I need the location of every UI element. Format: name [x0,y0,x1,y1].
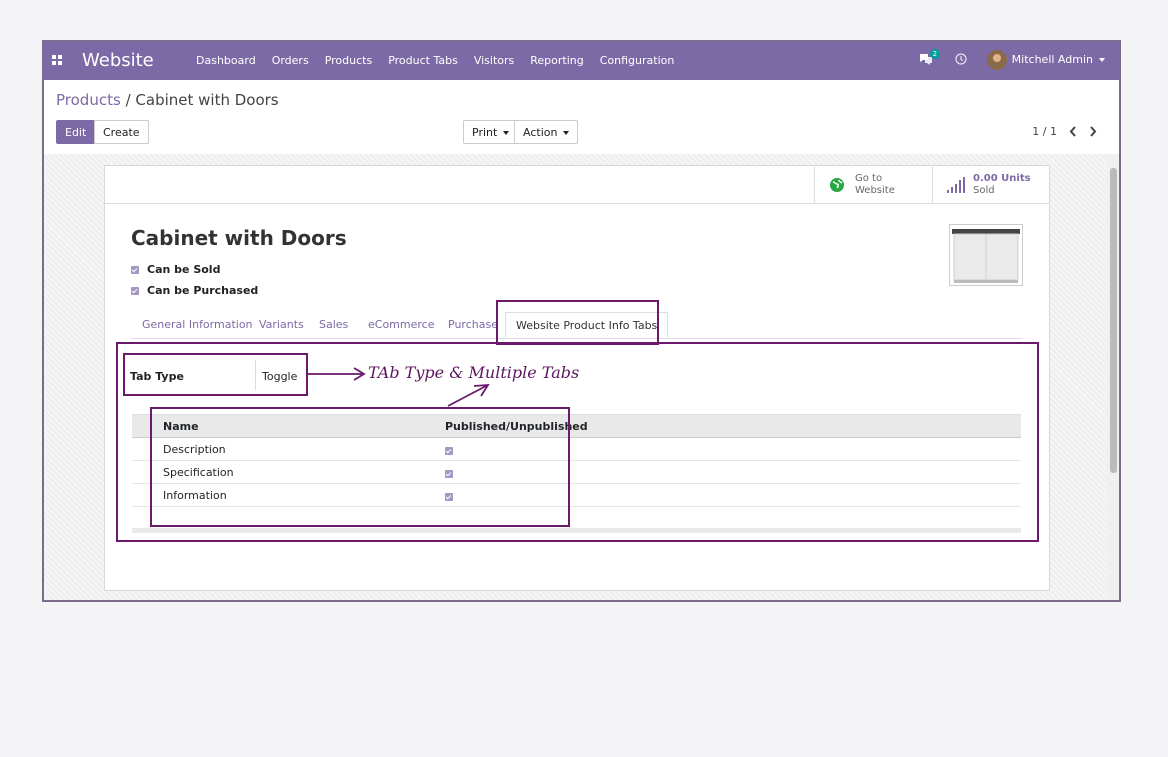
annotation-text: TAb Type & Multiple Tabs [368,363,580,382]
annotation-arrows [308,367,490,407]
